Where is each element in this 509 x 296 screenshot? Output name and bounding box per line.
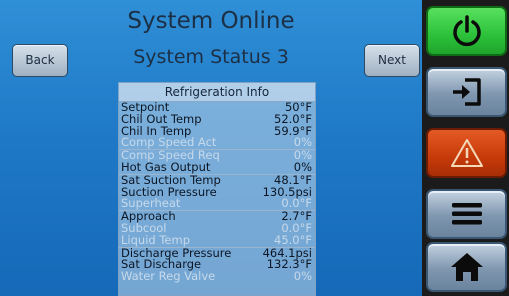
row-label: Hot Gas Output bbox=[121, 159, 211, 174]
data-row: Water Reg Valve 0% bbox=[119, 269, 315, 284]
warning-icon bbox=[450, 139, 483, 167]
menu-icon bbox=[451, 203, 482, 225]
row-label: Liquid Temp bbox=[121, 232, 190, 247]
back-button[interactable]: Back bbox=[12, 44, 68, 77]
refrigeration-rows: Setpoint 50°F Chil Out Temp 52.0°F Chil In T… bbox=[119, 101, 315, 284]
menu-button[interactable] bbox=[426, 189, 507, 239]
row-value-unit: % bbox=[301, 269, 312, 284]
row-value-number: 0 bbox=[293, 269, 302, 284]
next-button[interactable]: Next bbox=[364, 44, 420, 77]
login-button[interactable] bbox=[426, 67, 507, 117]
power-icon bbox=[452, 15, 481, 47]
home-icon bbox=[450, 253, 483, 281]
refrigeration-info-panel: Refrigeration Info Setpoint 50°F Chil Out … bbox=[118, 82, 316, 296]
login-icon bbox=[452, 78, 481, 106]
row-value: 0% bbox=[293, 269, 312, 284]
power-button[interactable] bbox=[426, 6, 507, 56]
main-screen: System Online System Status 3 Back Next … bbox=[0, 0, 422, 296]
home-button[interactable] bbox=[426, 242, 507, 292]
row-label: Water Reg Valve bbox=[121, 269, 216, 284]
alarm-button[interactable] bbox=[426, 128, 507, 178]
sidebar bbox=[422, 0, 509, 296]
page-title: System Online bbox=[127, 8, 295, 34]
